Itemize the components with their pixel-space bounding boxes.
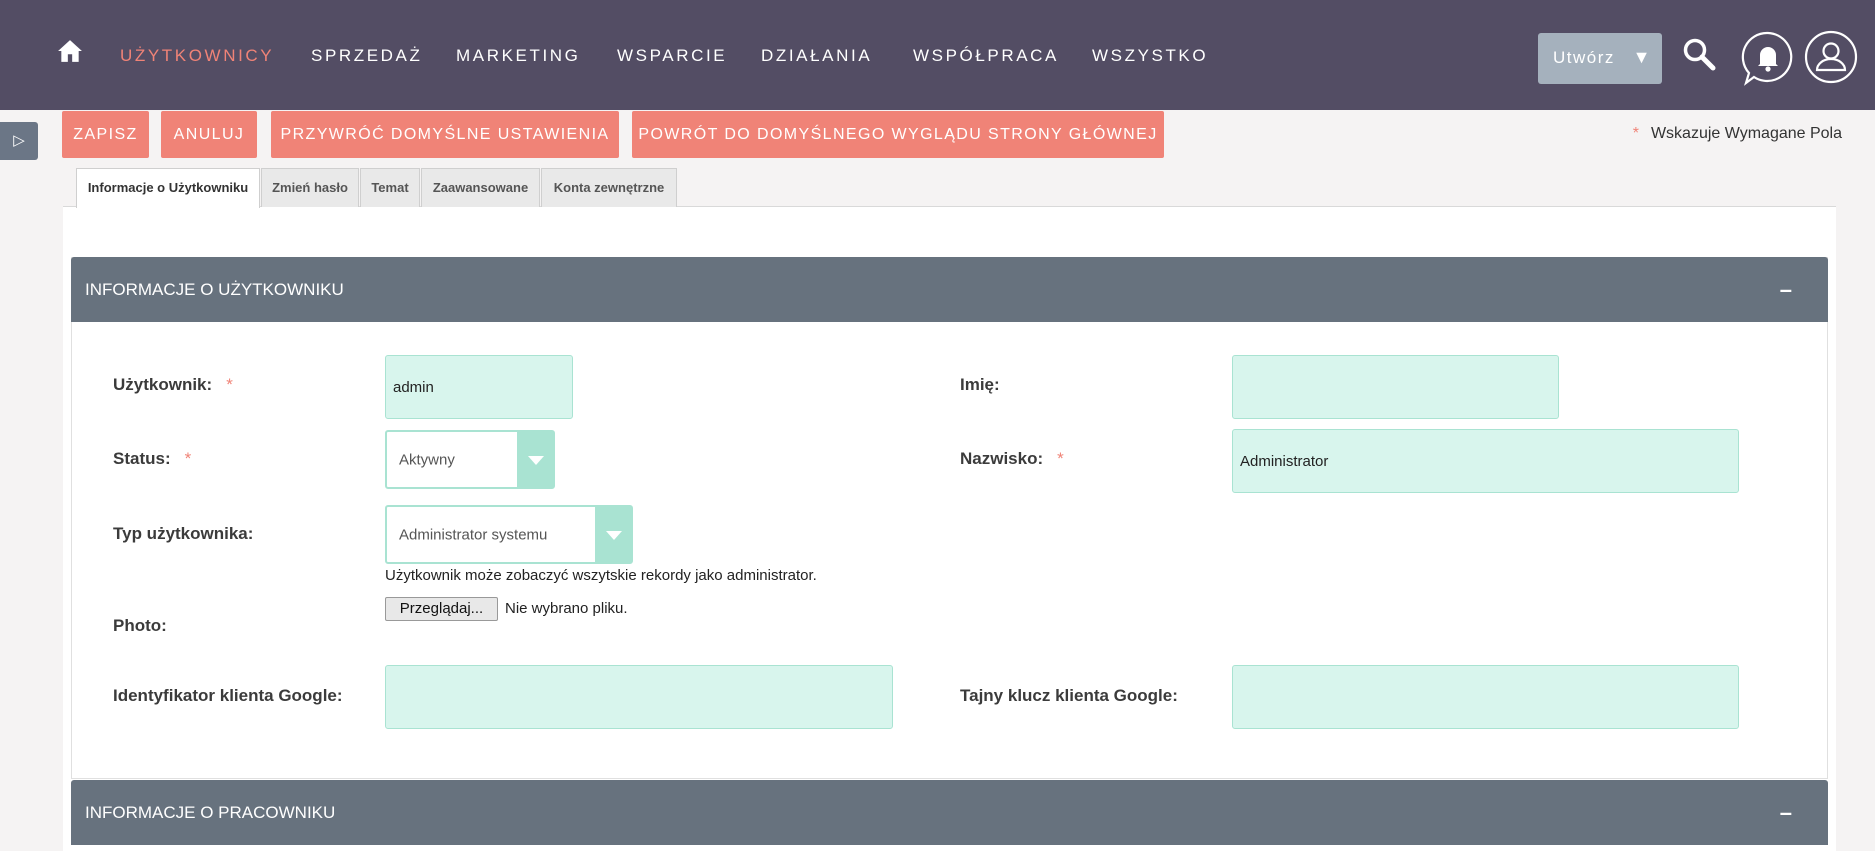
username-label: Użytkownik: * [113, 375, 233, 394]
tab-theme[interactable]: Temat [360, 168, 420, 207]
last-name-label: Nazwisko: * [960, 449, 1064, 468]
restore-home-layout-button[interactable]: POWRÓT DO DOMYŚLNEGO WYGLĄDU STRONY GŁÓW… [632, 111, 1164, 158]
user-profile-icon[interactable] [1804, 30, 1858, 84]
tab-user-info[interactable]: Informacje o Użytkowniku [76, 168, 260, 208]
required-star: * [1632, 125, 1639, 142]
required-note-text: Wskazuje Wymagane Pola [1650, 125, 1842, 142]
menu-item-all[interactable]: WSZYSTKO [1092, 46, 1208, 66]
photo-no-file-text: Nie wybrano pliku. [505, 600, 628, 617]
google-client-id-input[interactable] [385, 665, 893, 729]
status-label: Status: * [113, 449, 192, 468]
user-type-selected-value: Administrator systemu [399, 526, 548, 543]
required-fields-note: * Wskazuje Wymagane Pola [1633, 125, 1842, 143]
panel-title: INFORMACJE O UŻYTKOWNIKU [85, 280, 344, 299]
collapse-icon[interactable]: – [1780, 780, 1792, 845]
user-type-label: Typ użytkownika: [113, 524, 254, 543]
panel-title: INFORMACJE O PRACOWNIKU [85, 803, 336, 822]
user-info-panel-header[interactable]: INFORMACJE O UŻYTKOWNIKU – [71, 257, 1828, 322]
menu-item-marketing[interactable]: MARKETING [456, 46, 580, 66]
required-star: * [1057, 449, 1064, 468]
status-select[interactable]: Aktywny [385, 430, 555, 489]
google-client-id-label: Identyfikator klienta Google: [113, 686, 343, 705]
photo-label: Photo: [113, 616, 167, 635]
cancel-button[interactable]: ANULUJ [161, 111, 257, 158]
collapse-icon[interactable]: – [1780, 257, 1792, 322]
notifications-bell-icon[interactable] [1740, 30, 1796, 86]
last-name-input[interactable]: Administrator [1232, 429, 1739, 493]
top-navigation-bar: UŻYTKOWNICY SPRZEDAŻ MARKETING WSPARCIE … [0, 0, 1875, 110]
tab-external-accounts[interactable]: Konta zewnętrzne [541, 168, 677, 207]
save-button[interactable]: ZAPISZ [62, 111, 149, 158]
required-star: * [184, 449, 192, 468]
menu-item-users[interactable]: UŻYTKOWNICY [120, 46, 274, 66]
employee-info-panel-header[interactable]: INFORMACJE O PRACOWNIKU – [71, 780, 1828, 845]
tab-advanced[interactable]: Zaawansowane [421, 168, 540, 207]
menu-item-sales[interactable]: SPRZEDAŻ [311, 46, 422, 66]
tab-change-password[interactable]: Zmień hasło [261, 168, 359, 207]
search-icon[interactable] [1682, 37, 1716, 71]
google-client-secret-input[interactable] [1232, 665, 1739, 729]
user-type-select[interactable]: Administrator systemu [385, 505, 633, 564]
restore-defaults-button[interactable]: PRZYWRÓĆ DOMYŚLNE USTAWIENIA [271, 111, 619, 158]
menu-item-support[interactable]: WSPARCIE [617, 46, 727, 66]
status-selected-value: Aktywny [399, 451, 455, 468]
home-icon[interactable] [57, 38, 83, 64]
photo-browse-button[interactable]: Przeglądaj... [385, 597, 498, 621]
chevron-down-icon [517, 432, 553, 487]
create-button-label: Utwórz [1553, 48, 1615, 67]
required-star: * [226, 375, 233, 394]
sidebar-toggle-button[interactable]: ▷ [0, 122, 38, 160]
first-name-label: Imię: [960, 375, 1000, 394]
google-client-secret-label: Tajny klucz klienta Google: [960, 686, 1178, 705]
chevron-down-icon [595, 507, 631, 562]
menu-item-collaboration[interactable]: WSPÓŁPRACA [913, 46, 1059, 66]
chevron-down-icon: ▼ [1632, 47, 1652, 67]
user-type-help-text: Użytkownik może zobaczyć wszytskie rekor… [385, 567, 817, 584]
menu-item-activities[interactable]: DZIAŁANIA [761, 46, 872, 66]
create-button[interactable]: Utwórz ▼ [1538, 33, 1662, 84]
username-input[interactable]: admin [385, 355, 573, 419]
first-name-input[interactable] [1232, 355, 1559, 419]
